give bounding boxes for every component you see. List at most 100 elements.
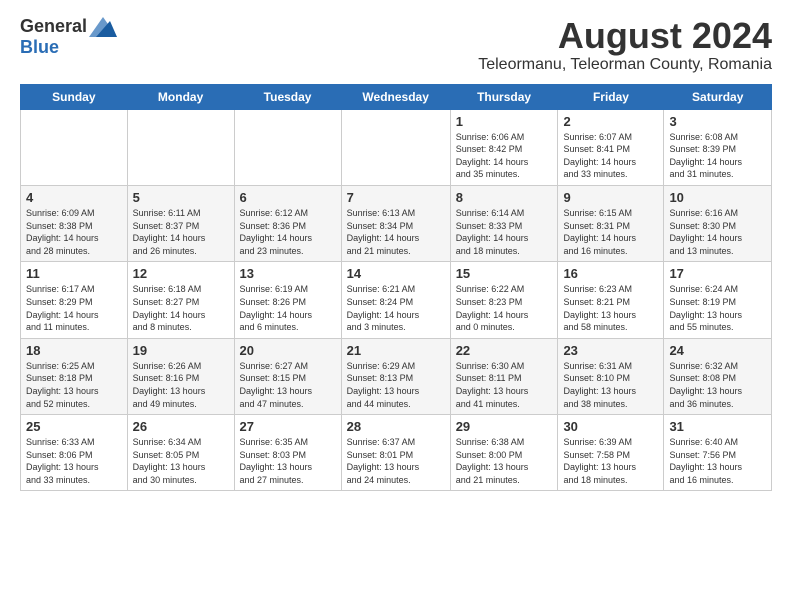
calendar-cell-r1-c0: 4 Sunrise: 6:09 AM Sunset: 8:38 PM Daylig… <box>21 185 128 261</box>
calendar-cell-r4-c1: 26Sunrise: 6:34 AM Sunset: 8:05 PM Dayli… <box>127 415 234 491</box>
day-info: Sunrise: 6:25 AM Sunset: 8:18 PM Dayligh… <box>26 360 122 410</box>
header-wednesday: Wednesday <box>341 84 450 109</box>
day-number: 19 <box>133 343 229 358</box>
calendar-cell-r1-c5: 9 Sunrise: 6:15 AM Sunset: 8:31 PM Daylig… <box>558 185 664 261</box>
calendar-cell-r1-c3: 7 Sunrise: 6:13 AM Sunset: 8:34 PM Daylig… <box>341 185 450 261</box>
day-info: Sunrise: 6:13 AM Sunset: 8:34 PM Dayligh… <box>347 207 445 257</box>
calendar-cell-r3-c2: 20 Sunrise: 6:27 AM Sunset: 8:15 PM Dayli… <box>234 338 341 414</box>
day-number: 5 <box>133 190 229 205</box>
calendar-header-row: Sunday Monday Tuesday Wednesday Thursday… <box>21 84 772 109</box>
calendar-cell-r3-c6: 24 Sunrise: 6:32 AM Sunset: 8:08 PM Dayli… <box>664 338 772 414</box>
day-number: 20 <box>240 343 336 358</box>
day-info: Sunrise: 6:19 AM Sunset: 8:26 PM Dayligh… <box>240 283 336 333</box>
header-friday: Friday <box>558 84 664 109</box>
day-info: Sunrise: 6:15 AM Sunset: 8:31 PM Dayligh… <box>563 207 658 257</box>
day-number: 30 <box>563 419 658 434</box>
day-info: Sunrise: 6:27 AM Sunset: 8:15 PM Dayligh… <box>240 360 336 410</box>
day-info: Sunrise: 6:07 AM Sunset: 8:41 PM Dayligh… <box>563 131 658 181</box>
day-info: Sunrise: 6:32 AM Sunset: 8:08 PM Dayligh… <box>669 360 766 410</box>
calendar-cell-r0-c6: 3 Sunrise: 6:08 AM Sunset: 8:39 PM Daylig… <box>664 109 772 185</box>
day-info: Sunrise: 6:35 AM Sunset: 8:03 PM Dayligh… <box>240 436 336 486</box>
title-block: August 2024 Teleormanu, Teleorman County… <box>478 16 772 74</box>
calendar-cell-r4-c5: 30Sunrise: 6:39 AM Sunset: 7:58 PM Dayli… <box>558 415 664 491</box>
day-number: 13 <box>240 266 336 281</box>
day-number: 3 <box>669 114 766 129</box>
day-info: Sunrise: 6:08 AM Sunset: 8:39 PM Dayligh… <box>669 131 766 181</box>
calendar-cell-r2-c1: 12Sunrise: 6:18 AM Sunset: 8:27 PM Dayli… <box>127 262 234 338</box>
day-number: 25 <box>26 419 122 434</box>
day-info: Sunrise: 6:18 AM Sunset: 8:27 PM Dayligh… <box>133 283 229 333</box>
month-title: August 2024 <box>478 16 772 56</box>
day-info: Sunrise: 6:21 AM Sunset: 8:24 PM Dayligh… <box>347 283 445 333</box>
day-info: Sunrise: 6:14 AM Sunset: 8:33 PM Dayligh… <box>456 207 553 257</box>
day-number: 27 <box>240 419 336 434</box>
calendar-cell-r0-c4: 1Sunrise: 6:06 AM Sunset: 8:42 PM Daylig… <box>450 109 558 185</box>
calendar-cell-r4-c3: 28Sunrise: 6:37 AM Sunset: 8:01 PM Dayli… <box>341 415 450 491</box>
day-info: Sunrise: 6:30 AM Sunset: 8:11 PM Dayligh… <box>456 360 553 410</box>
calendar-cell-r2-c6: 17 Sunrise: 6:24 AM Sunset: 8:19 PM Dayli… <box>664 262 772 338</box>
day-number: 6 <box>240 190 336 205</box>
calendar-table: Sunday Monday Tuesday Wednesday Thursday… <box>20 84 772 492</box>
header-sunday: Sunday <box>21 84 128 109</box>
day-number: 11 <box>26 266 122 281</box>
calendar-cell-r1-c6: 10Sunrise: 6:16 AM Sunset: 8:30 PM Dayli… <box>664 185 772 261</box>
calendar-cell-r3-c3: 21 Sunrise: 6:29 AM Sunset: 8:13 PM Dayli… <box>341 338 450 414</box>
day-number: 4 <box>26 190 122 205</box>
calendar-cell-r2-c2: 13 Sunrise: 6:19 AM Sunset: 8:26 PM Dayli… <box>234 262 341 338</box>
day-info: Sunrise: 6:17 AM Sunset: 8:29 PM Dayligh… <box>26 283 122 333</box>
day-number: 23 <box>563 343 658 358</box>
day-number: 9 <box>563 190 658 205</box>
calendar-cell-r4-c2: 27 Sunrise: 6:35 AM Sunset: 8:03 PM Dayli… <box>234 415 341 491</box>
day-number: 18 <box>26 343 122 358</box>
header: General Blue August 2024 Teleormanu, Tel… <box>20 16 772 74</box>
day-number: 15 <box>456 266 553 281</box>
day-number: 29 <box>456 419 553 434</box>
logo: General Blue <box>20 16 117 58</box>
calendar-cell-r0-c1 <box>127 109 234 185</box>
calendar-cell-r2-c0: 11 Sunrise: 6:17 AM Sunset: 8:29 PM Dayli… <box>21 262 128 338</box>
calendar-cell-r0-c5: 2 Sunrise: 6:07 AM Sunset: 8:41 PM Daylig… <box>558 109 664 185</box>
calendar-cell-r3-c5: 23Sunrise: 6:31 AM Sunset: 8:10 PM Dayli… <box>558 338 664 414</box>
calendar-cell-r4-c0: 25 Sunrise: 6:33 AM Sunset: 8:06 PM Dayli… <box>21 415 128 491</box>
calendar-cell-r3-c0: 18 Sunrise: 6:25 AM Sunset: 8:18 PM Dayli… <box>21 338 128 414</box>
calendar-cell-r3-c4: 22 Sunrise: 6:30 AM Sunset: 8:11 PM Dayli… <box>450 338 558 414</box>
day-info: Sunrise: 6:16 AM Sunset: 8:30 PM Dayligh… <box>669 207 766 257</box>
day-number: 16 <box>563 266 658 281</box>
calendar-cell-r0-c0 <box>21 109 128 185</box>
day-info: Sunrise: 6:40 AM Sunset: 7:56 PM Dayligh… <box>669 436 766 486</box>
day-number: 17 <box>669 266 766 281</box>
calendar-row-1: 4 Sunrise: 6:09 AM Sunset: 8:38 PM Daylig… <box>21 185 772 261</box>
day-info: Sunrise: 6:23 AM Sunset: 8:21 PM Dayligh… <box>563 283 658 333</box>
calendar-cell-r1-c4: 8Sunrise: 6:14 AM Sunset: 8:33 PM Daylig… <box>450 185 558 261</box>
calendar-row-0: 1Sunrise: 6:06 AM Sunset: 8:42 PM Daylig… <box>21 109 772 185</box>
logo-blue-text: Blue <box>20 37 59 58</box>
day-number: 24 <box>669 343 766 358</box>
day-number: 22 <box>456 343 553 358</box>
day-info: Sunrise: 6:12 AM Sunset: 8:36 PM Dayligh… <box>240 207 336 257</box>
day-info: Sunrise: 6:11 AM Sunset: 8:37 PM Dayligh… <box>133 207 229 257</box>
header-monday: Monday <box>127 84 234 109</box>
day-info: Sunrise: 6:06 AM Sunset: 8:42 PM Dayligh… <box>456 131 553 181</box>
logo-general-text: General <box>20 16 87 37</box>
day-number: 7 <box>347 190 445 205</box>
calendar-cell-r2-c3: 14 Sunrise: 6:21 AM Sunset: 8:24 PM Dayli… <box>341 262 450 338</box>
day-info: Sunrise: 6:38 AM Sunset: 8:00 PM Dayligh… <box>456 436 553 486</box>
calendar-cell-r2-c5: 16 Sunrise: 6:23 AM Sunset: 8:21 PM Dayli… <box>558 262 664 338</box>
day-number: 2 <box>563 114 658 129</box>
header-tuesday: Tuesday <box>234 84 341 109</box>
day-number: 28 <box>347 419 445 434</box>
day-info: Sunrise: 6:34 AM Sunset: 8:05 PM Dayligh… <box>133 436 229 486</box>
day-info: Sunrise: 6:24 AM Sunset: 8:19 PM Dayligh… <box>669 283 766 333</box>
calendar-cell-r3-c1: 19 Sunrise: 6:26 AM Sunset: 8:16 PM Dayli… <box>127 338 234 414</box>
calendar-row-2: 11 Sunrise: 6:17 AM Sunset: 8:29 PM Dayli… <box>21 262 772 338</box>
day-info: Sunrise: 6:26 AM Sunset: 8:16 PM Dayligh… <box>133 360 229 410</box>
header-saturday: Saturday <box>664 84 772 109</box>
day-info: Sunrise: 6:29 AM Sunset: 8:13 PM Dayligh… <box>347 360 445 410</box>
day-info: Sunrise: 6:09 AM Sunset: 8:38 PM Dayligh… <box>26 207 122 257</box>
day-number: 14 <box>347 266 445 281</box>
calendar-row-3: 18 Sunrise: 6:25 AM Sunset: 8:18 PM Dayli… <box>21 338 772 414</box>
day-number: 21 <box>347 343 445 358</box>
calendar-cell-r0-c2 <box>234 109 341 185</box>
calendar-cell-r4-c6: 31Sunrise: 6:40 AM Sunset: 7:56 PM Dayli… <box>664 415 772 491</box>
day-info: Sunrise: 6:33 AM Sunset: 8:06 PM Dayligh… <box>26 436 122 486</box>
